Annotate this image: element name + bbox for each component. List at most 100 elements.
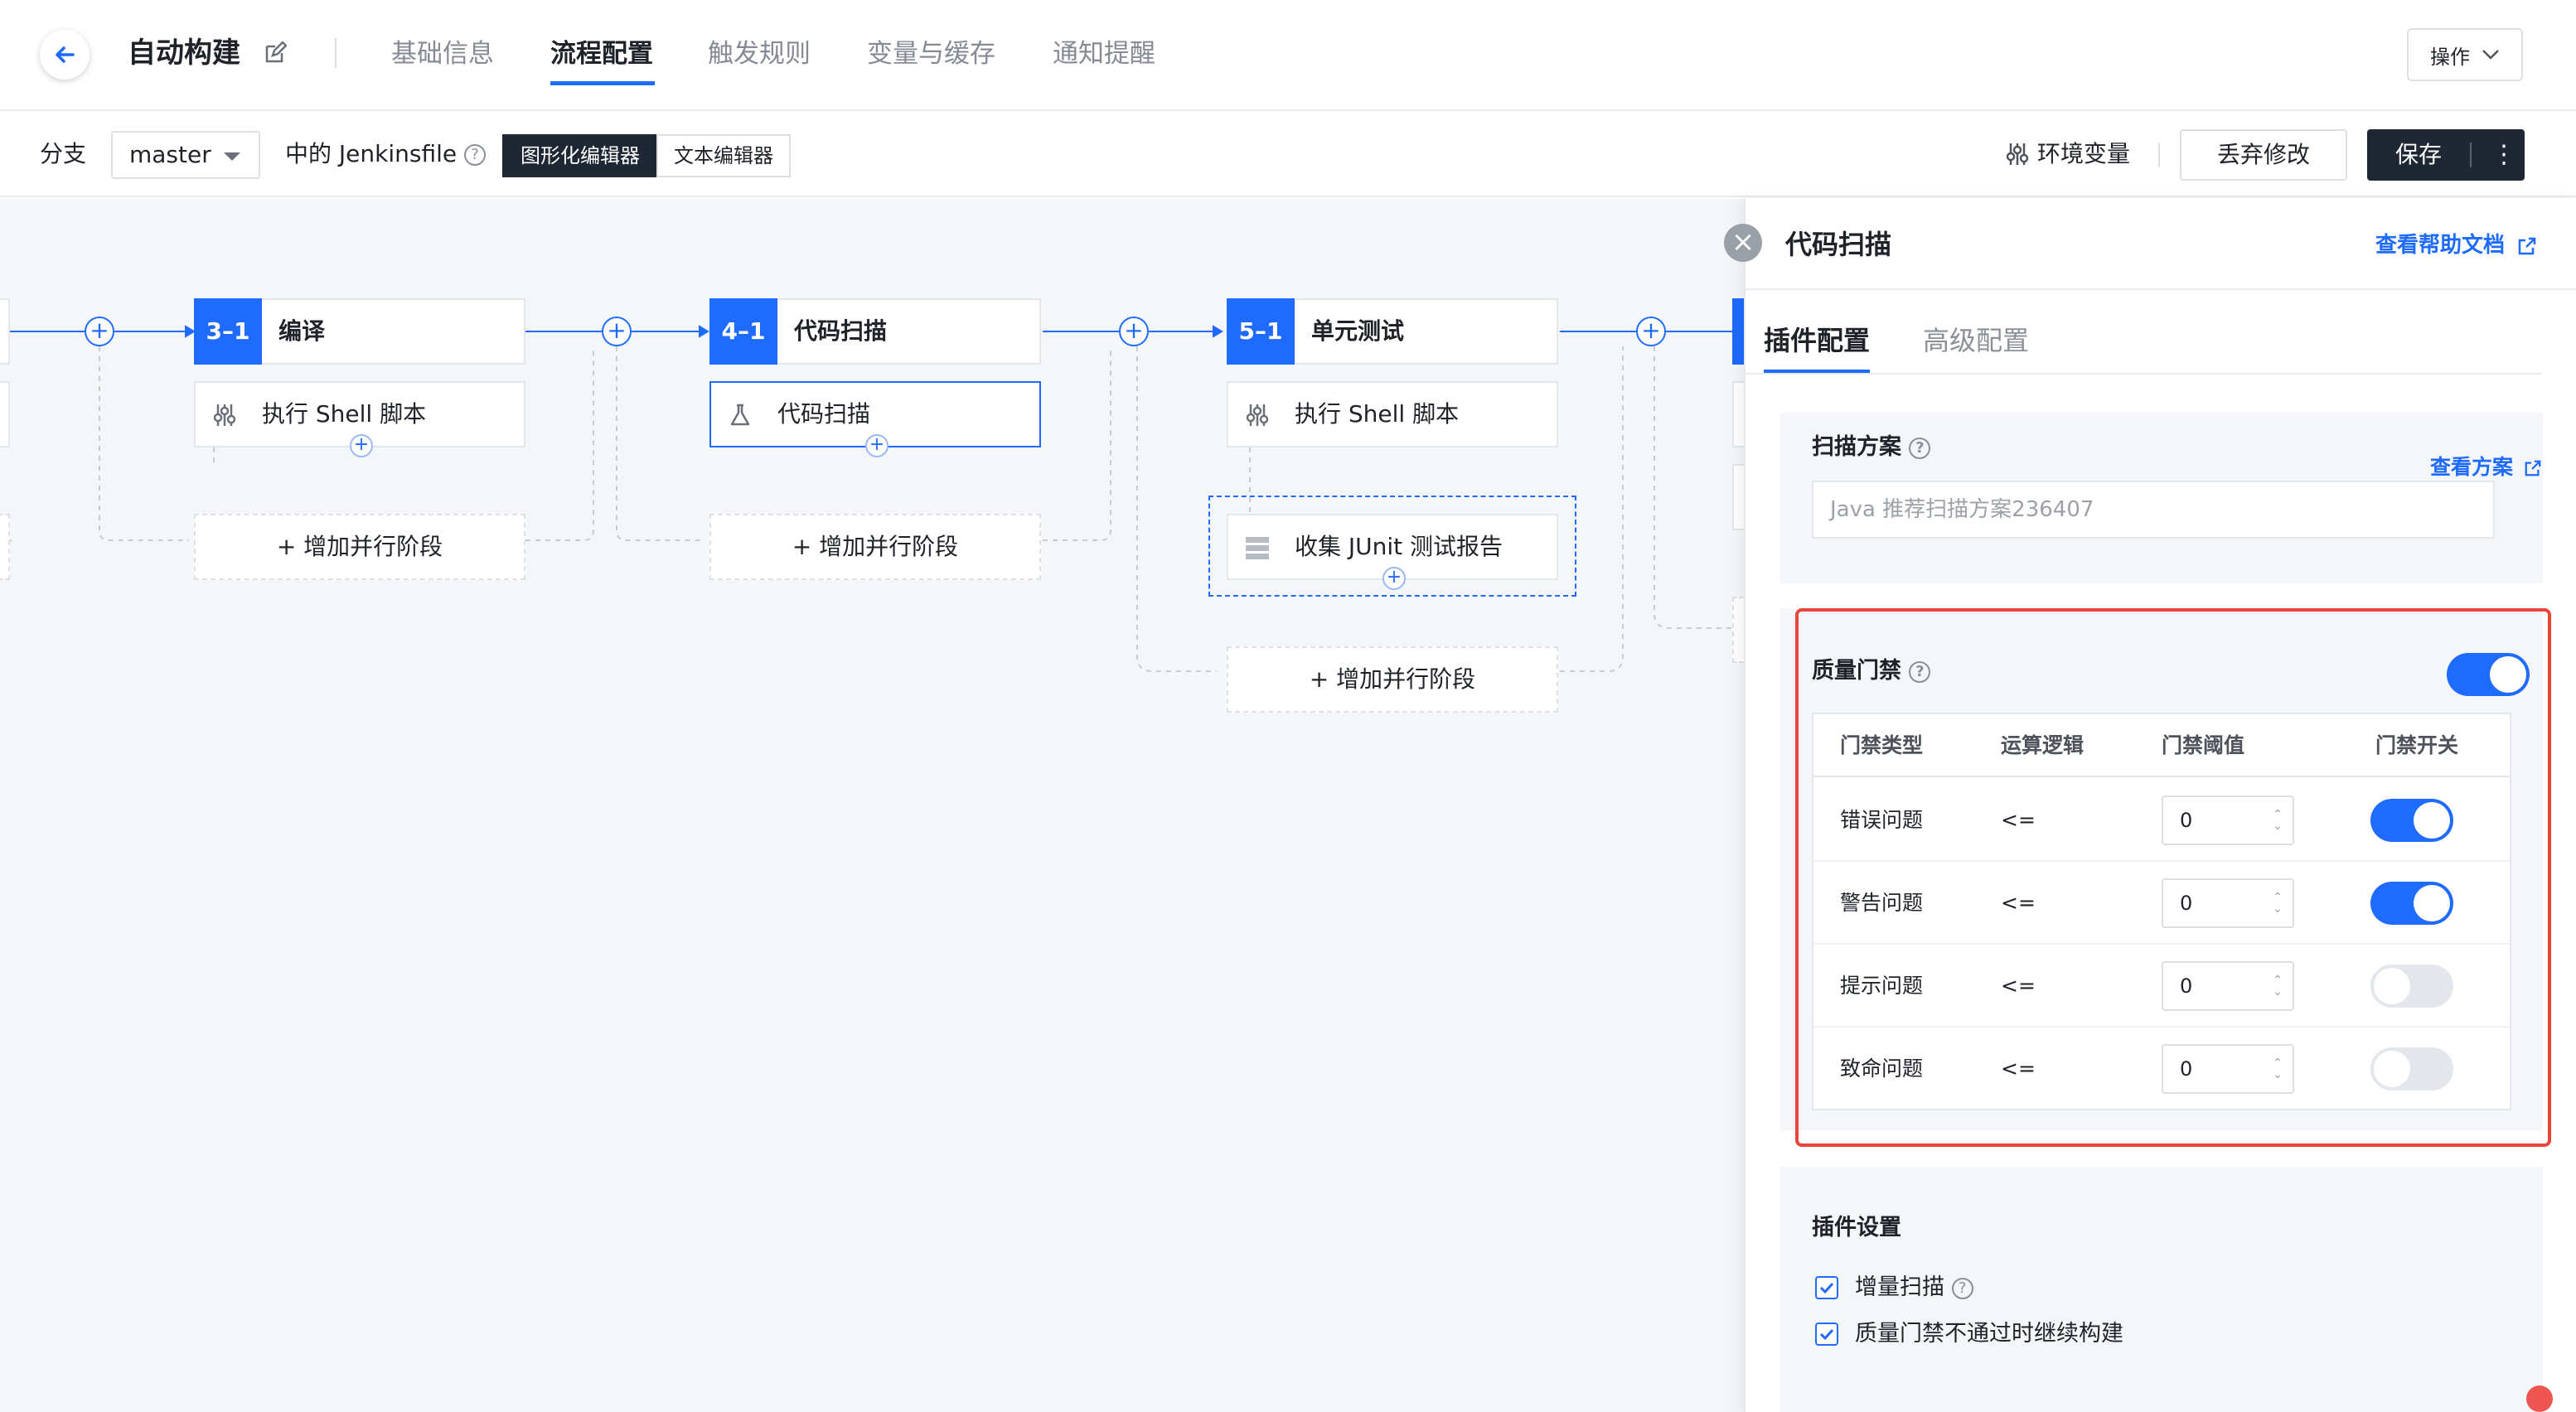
- save-button[interactable]: 保存 ⋮: [2367, 129, 2525, 181]
- column-header: 门禁开关: [2375, 733, 2459, 757]
- task-partial-left: [0, 381, 10, 447]
- discard-button[interactable]: 丢弃修改: [2180, 129, 2347, 181]
- continue-on-gate-fail-checkbox[interactable]: [1815, 1323, 1838, 1346]
- add-task-button[interactable]: +: [350, 434, 373, 457]
- text-editor-toggle[interactable]: 文本编辑器: [656, 134, 791, 177]
- gate-type: 错误问题: [1840, 808, 1924, 832]
- add-task-button[interactable]: +: [865, 434, 889, 457]
- add-stage-button[interactable]: +: [85, 317, 114, 346]
- threshold-input[interactable]: 0 ⌃ ⌄: [2162, 795, 2294, 845]
- view-plan-link[interactable]: 查看方案: [2430, 451, 2542, 484]
- stepper-icon[interactable]: ⌃ ⌄: [2273, 974, 2283, 998]
- branch-select[interactable]: master: [111, 131, 260, 179]
- jenkinsfile-label: 中的 Jenkinsfile ?: [285, 136, 487, 172]
- tab-pipeline-config[interactable]: 流程配置: [550, 33, 653, 75]
- add-parallel-stage-button[interactable]: + 增加并行阶段: [709, 514, 1041, 580]
- threshold-input[interactable]: 0 ⌃ ⌄: [2162, 961, 2294, 1011]
- chevron-down-icon: [2482, 50, 2499, 60]
- gate-switch[interactable]: [2370, 799, 2453, 842]
- stepper-icon[interactable]: ⌃ ⌄: [2273, 809, 2283, 832]
- env-vars-button[interactable]: 环境变量: [2006, 136, 2130, 172]
- stage-code-scan[interactable]: 4–1 代码扫描: [709, 298, 1041, 365]
- help-icon[interactable]: ?: [1951, 1277, 1973, 1299]
- stage-unit-test[interactable]: 5–1 单元测试: [1227, 298, 1558, 365]
- scan-plan-card: 扫描方案 ? 查看方案 Java 推荐扫描方案236407: [1780, 413, 2543, 583]
- stage-number: 3–1: [194, 298, 262, 365]
- task-code-scan-selected[interactable]: 代码扫描 +: [709, 381, 1041, 457]
- nav-divider: [335, 38, 337, 68]
- add-parallel-stage-button[interactable]: + 增加并行阶段: [194, 514, 525, 580]
- toggle-knob: [2374, 1051, 2410, 1087]
- add-stage-button[interactable]: +: [1119, 317, 1149, 346]
- tab-basic-info[interactable]: 基础信息: [391, 33, 494, 75]
- panel-title: 代码扫描: [1785, 229, 1892, 260]
- add-parallel-stage-button[interactable]: + 增加并行阶段: [1227, 646, 1558, 713]
- threshold-input[interactable]: 0 ⌃ ⌄: [2162, 1044, 2294, 1094]
- flask-icon: [730, 404, 750, 426]
- stage-name: 代码扫描: [794, 317, 888, 345]
- back-button[interactable]: [40, 30, 90, 80]
- incremental-scan-checkbox[interactable]: [1815, 1276, 1838, 1299]
- scan-plan-input[interactable]: Java 推荐扫描方案236407: [1812, 481, 2495, 539]
- top-nav: 自动构建 基础信息 流程配置 触发规则 变量与缓存 通知提醒 操作: [0, 0, 2576, 111]
- pipeline-canvas[interactable]: + + + + 3–1 编译 执行 Shell 脚本 + + 增加并行阶段 4–…: [0, 199, 1744, 1412]
- graphic-editor-toggle[interactable]: 图形化编辑器: [502, 134, 658, 177]
- continue-on-gate-fail-label[interactable]: 质量门禁不通过时继续构建: [1855, 1318, 2123, 1351]
- incremental-scan-label[interactable]: 增量扫描 ?: [1855, 1271, 1973, 1304]
- help-doc-label: 查看帮助文档: [2375, 233, 2506, 258]
- editor-toolbar: 分支 master 中的 Jenkinsfile ? 图形化编辑器 文本编辑器 …: [0, 113, 2576, 197]
- task-name: 执行 Shell 脚本: [1295, 400, 1460, 428]
- task-shell-script[interactable]: 执行 Shell 脚本: [1227, 381, 1558, 447]
- branch-value: master: [129, 141, 211, 168]
- plugin-settings-card: 插件设置 增量扫描 ? 质量门禁不通过时继续构建: [1780, 1167, 2543, 1412]
- tab-trigger-rules[interactable]: 触发规则: [708, 33, 811, 75]
- env-vars-label: 环境变量: [2037, 140, 2131, 167]
- tab-variables-cache[interactable]: 变量与缓存: [867, 33, 995, 75]
- arrow-left-icon: [56, 46, 75, 63]
- toggle-knob: [2490, 656, 2526, 693]
- table-header: 门禁类型 运算逻辑 门禁阈值 门禁开关: [1813, 714, 2510, 777]
- stage-compile[interactable]: 3–1 编译: [194, 298, 525, 365]
- task-shell-script[interactable]: 执行 Shell 脚本 +: [194, 381, 525, 457]
- checkmark-icon: [1819, 1282, 1834, 1294]
- help-icon[interactable]: ?: [1909, 437, 1931, 459]
- list-icon: [1246, 537, 1269, 559]
- more-options-icon[interactable]: ⋮: [2491, 129, 2516, 181]
- add-stage-button[interactable]: +: [1636, 317, 1666, 346]
- gate-switch[interactable]: [2370, 1047, 2453, 1090]
- stage-name: 编译: [278, 317, 326, 345]
- threshold-input[interactable]: 0 ⌃ ⌄: [2162, 878, 2294, 928]
- help-doc-link[interactable]: 查看帮助文档: [2375, 227, 2537, 264]
- quality-gate-table: 门禁类型 运算逻辑 门禁阈值 门禁开关 错误问题 <= 0 ⌃ ⌄ 警告问题 <= …: [1812, 713, 2511, 1110]
- close-panel-button[interactable]: ×: [1724, 224, 1762, 262]
- toggle-knob: [2414, 885, 2450, 921]
- quality-gate-title: 质量门禁 ?: [1812, 653, 1931, 689]
- add-parallel-partial-left: [0, 514, 10, 580]
- edit-icon[interactable]: [264, 41, 287, 65]
- help-icon[interactable]: ?: [464, 144, 487, 166]
- external-link-icon: [2525, 460, 2541, 476]
- tab-plugin-config[interactable]: 插件配置: [1764, 320, 1870, 361]
- table-row: 致命问题 <= 0 ⌃ ⌄: [1813, 1028, 2510, 1110]
- stepper-icon[interactable]: ⌃ ⌄: [2273, 892, 2283, 915]
- task-junit-report[interactable]: 收集 JUnit 测试报告 +: [1227, 514, 1558, 590]
- threshold-value: 0: [2180, 809, 2193, 832]
- add-task-button[interactable]: +: [1382, 567, 1406, 590]
- scan-plan-title: 扫描方案 ?: [1812, 429, 1931, 466]
- quality-gate-label: 质量门禁: [1812, 658, 1901, 684]
- sliders-icon: [2006, 143, 2029, 165]
- gate-switch[interactable]: [2370, 965, 2453, 1008]
- stepper-icon[interactable]: ⌃ ⌄: [2273, 1057, 2283, 1081]
- quality-gate-toggle[interactable]: [2447, 653, 2530, 696]
- add-stage-button[interactable]: +: [602, 317, 632, 346]
- notification-dot[interactable]: [2526, 1385, 2553, 1412]
- table-row: 错误问题 <= 0 ⌃ ⌄: [1813, 779, 2510, 862]
- tab-advanced-config[interactable]: 高级配置: [1923, 320, 2029, 361]
- tab-notifications[interactable]: 通知提醒: [1053, 33, 1155, 75]
- operations-dropdown[interactable]: 操作: [2407, 28, 2523, 81]
- caret-down-icon: [224, 152, 240, 161]
- threshold-value: 0: [2180, 892, 2193, 915]
- column-header: 门禁类型: [1840, 733, 1924, 757]
- help-icon[interactable]: ?: [1909, 660, 1931, 683]
- gate-switch[interactable]: [2370, 882, 2453, 925]
